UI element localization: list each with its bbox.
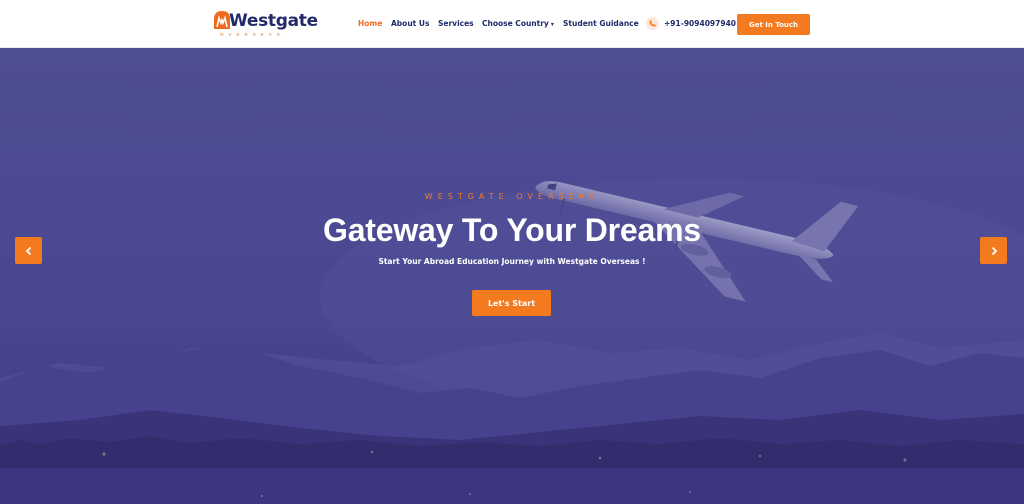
chevron-right-icon — [991, 246, 997, 255]
slider-next-button[interactable] — [980, 237, 1007, 264]
slider-prev-button[interactable] — [15, 237, 42, 264]
nav-home[interactable]: Home — [358, 18, 382, 30]
caret-down-icon: ▾ — [550, 21, 554, 28]
site-header: Westgate OVERSEAS Home About Us Services… — [0, 0, 1024, 48]
phone-icon — [646, 17, 659, 30]
chevron-left-icon — [25, 246, 31, 255]
nav-student-guidance[interactable]: Student Guidance — [563, 18, 639, 30]
westgate-logo[interactable]: Westgate OVERSEAS — [212, 9, 318, 41]
get-in-touch-button[interactable]: Get In Touch — [737, 14, 810, 35]
logo-tagline: OVERSEAS — [220, 32, 285, 37]
nav-choose-country-label: Choose Country — [482, 19, 549, 28]
nav-services[interactable]: Services — [438, 18, 474, 30]
hero-eyebrow: WESTGATE OVERSEAS — [424, 192, 600, 201]
phone-number: +91-9094097940 — [664, 19, 737, 28]
hero-subtitle: Start Your Abroad Education Journey with… — [378, 257, 646, 266]
nav-choose-country[interactable]: Choose Country ▾ — [482, 18, 554, 31]
hero-title: Gateway To Your Dreams — [323, 212, 701, 248]
hero-background-image — [0, 48, 1024, 504]
hero-slider: WESTGATE OVERSEAS Gateway To Your Dreams… — [0, 48, 1024, 504]
lets-start-button[interactable]: Let's Start — [472, 290, 551, 316]
nav-about-us[interactable]: About Us — [391, 18, 429, 30]
logo-text: Westgate — [229, 11, 318, 31]
